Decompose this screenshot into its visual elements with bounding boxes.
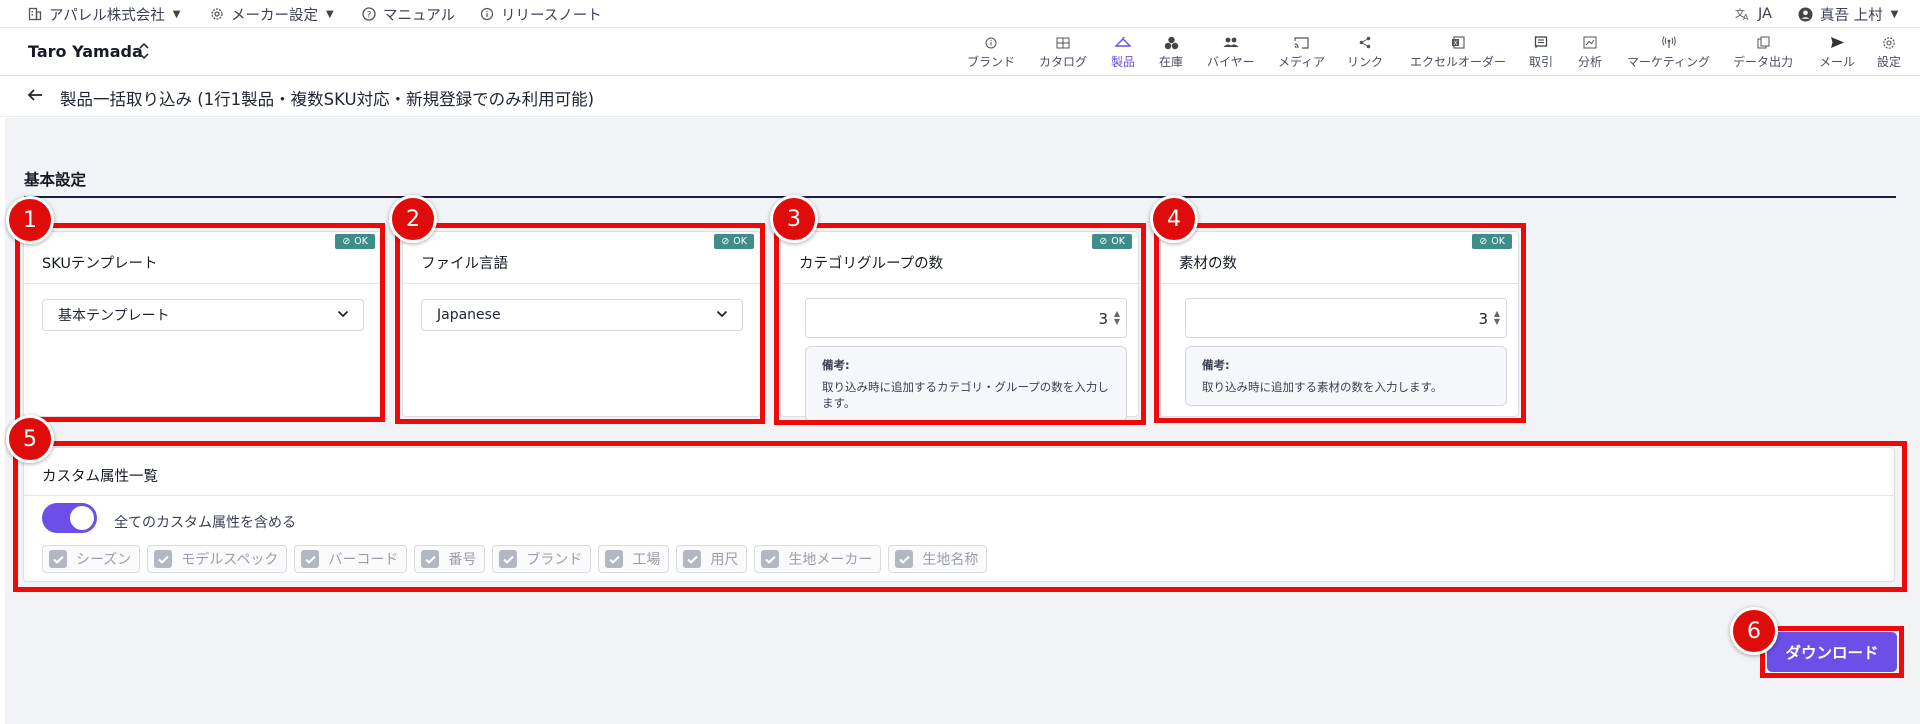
nav-label: データ出力	[1733, 55, 1794, 69]
manual-link[interactable]: ? マニュアル	[362, 0, 455, 28]
nav-label: 製品	[1111, 55, 1136, 69]
release-notes-link[interactable]: リリースノート	[480, 0, 602, 28]
annotation-box-6	[1760, 626, 1904, 678]
caret-down-icon: ▼	[1890, 8, 1899, 20]
annotation-box-3	[774, 223, 1146, 425]
user-menu[interactable]: 真吾 上村 ▼	[1798, 0, 1898, 28]
share-icon	[1359, 34, 1371, 51]
translate-icon: 文A	[1735, 7, 1749, 21]
nav-buyers[interactable]: バイヤー	[1207, 34, 1255, 70]
company-switcher[interactable]: アパレル株式会社 ▼	[28, 0, 180, 28]
main-navbar: Taro Yamada ブランド カタログ 製品 在庫 バイヤー メディア リン…	[0, 28, 1920, 76]
nav-products[interactable]: 製品	[1111, 34, 1135, 70]
company-name: アパレル株式会社	[49, 7, 165, 24]
maker-settings-menu[interactable]: メーカー設定 ▼	[210, 0, 334, 28]
nav-catalog[interactable]: カタログ	[1039, 34, 1087, 70]
page-title: 製品一括取り込み (1行1製品・複数SKU対応・新規登録でのみ利用可能)	[60, 90, 595, 109]
annotation-box-5	[13, 441, 1907, 592]
annotation-box-1	[15, 223, 385, 422]
back-arrow-icon[interactable]	[26, 87, 44, 103]
excel-icon: X	[1451, 34, 1465, 51]
svg-text:?: ?	[367, 10, 372, 20]
nav-brand[interactable]: ブランド	[967, 34, 1015, 70]
send-icon	[1830, 34, 1845, 51]
receipt-icon	[1534, 34, 1548, 51]
help-icon: ?	[362, 7, 376, 21]
gear-icon	[211, 8, 223, 20]
nav-label: カタログ	[1039, 55, 1088, 69]
chart-icon	[1583, 34, 1597, 51]
account-name[interactable]: Taro Yamada	[28, 42, 143, 61]
language-switcher[interactable]: 文A JA	[1735, 0, 1772, 28]
unfold-icon[interactable]	[138, 40, 150, 62]
step-marker-6: 6	[1730, 607, 1778, 655]
nav-data-export[interactable]: データ出力	[1733, 34, 1793, 70]
nav-label: 分析	[1578, 55, 1603, 69]
annotation-box-2	[395, 223, 765, 424]
nav-label: リンク	[1347, 55, 1384, 69]
catalog-icon	[1056, 34, 1070, 51]
nav-analytics[interactable]: 分析	[1578, 34, 1602, 70]
cast-icon	[1294, 34, 1309, 51]
nav-label: バイヤー	[1207, 55, 1255, 69]
annotation-box-4	[1154, 223, 1526, 423]
nav-label: 設定	[1877, 55, 1902, 69]
nav-label: 在庫	[1159, 55, 1184, 69]
nav-stock[interactable]: 在庫	[1159, 34, 1183, 70]
top-utility-bar: アパレル株式会社 ▼ メーカー設定 ▼ ? マニュアル リリースノート 文A J…	[0, 0, 1920, 28]
nav-label: ブランド	[967, 55, 1016, 69]
section-title: 基本設定	[24, 171, 87, 189]
nav-transactions[interactable]: 取引	[1529, 34, 1553, 70]
page-header: 製品一括取り込み (1行1製品・複数SKU対応・新規登録でのみ利用可能)	[0, 77, 1920, 117]
nav-label: 取引	[1529, 55, 1554, 69]
caret-down-icon: ▼	[326, 8, 334, 20]
broadcast-icon	[1661, 34, 1677, 51]
step-marker-5: 5	[6, 415, 54, 463]
release-notes-label: リリースノート	[501, 7, 602, 24]
hanger-icon	[1115, 34, 1131, 51]
building-icon	[28, 7, 42, 21]
step-marker-1: 1	[6, 196, 54, 244]
maker-settings-label: メーカー設定	[231, 7, 318, 24]
step-marker-4: 4	[1150, 195, 1198, 243]
language-label: JA	[1758, 6, 1772, 22]
caret-down-icon: ▼	[172, 8, 181, 20]
nav-settings[interactable]: 設定	[1877, 34, 1901, 70]
info-icon	[480, 7, 494, 21]
nav-marketing[interactable]: マーケティング	[1627, 34, 1710, 70]
nav-label: メール	[1819, 55, 1856, 69]
info-icon	[985, 34, 997, 51]
manual-label: マニュアル	[383, 7, 456, 24]
nav-label: マーケティング	[1627, 55, 1711, 69]
nav-link[interactable]: リンク	[1347, 34, 1383, 70]
nav-mail[interactable]: メール	[1819, 34, 1855, 70]
nav-excel-order[interactable]: X エクセルオーダー	[1410, 34, 1506, 70]
svg-text:A: A	[1743, 13, 1749, 21]
section-divider	[24, 196, 1896, 198]
account-circle-icon	[1798, 7, 1813, 21]
nav-label: エクセルオーダー	[1410, 55, 1507, 69]
svg-text:X: X	[1453, 40, 1457, 47]
nav-media[interactable]: メディア	[1278, 34, 1325, 70]
step-marker-2: 2	[389, 195, 437, 243]
people-icon	[1223, 34, 1239, 51]
user-label: 真吾 上村	[1820, 7, 1883, 24]
nav-label: メディア	[1278, 55, 1326, 69]
gear-icon	[1882, 34, 1896, 51]
step-marker-3: 3	[770, 195, 818, 243]
export-icon	[1757, 34, 1770, 51]
stock-icon	[1164, 34, 1179, 51]
